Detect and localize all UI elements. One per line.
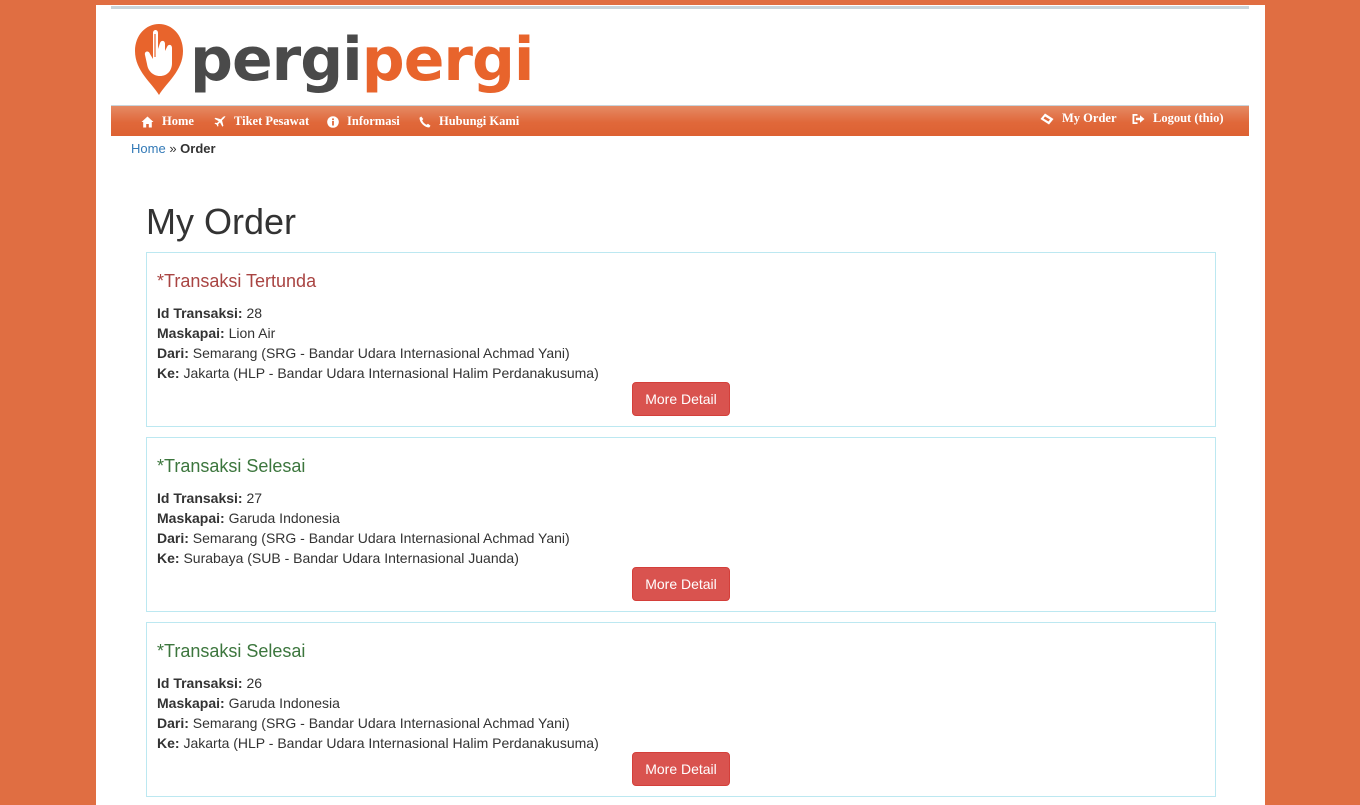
order-status: *Transaksi Tertunda <box>157 271 317 291</box>
more-detail-button[interactable]: More Detail <box>632 752 730 786</box>
top-divider <box>111 6 1249 9</box>
order-to-label: Ke: <box>157 365 180 381</box>
page-container: pergipergi Home Tiket Pesawat Informasi <box>96 5 1265 805</box>
order-to-row: Ke: Surabaya (SUB - Bandar Udara Interna… <box>157 548 570 568</box>
breadcrumb-current: Order <box>180 141 216 156</box>
logo-wordmark: pergipergi <box>190 21 534 99</box>
nav-informasi[interactable]: Informasi <box>327 106 400 137</box>
order-status: *Transaksi Selesai <box>157 641 306 661</box>
order-airline-row: Maskapai: Garuda Indonesia <box>157 508 570 528</box>
order-id-row: Id Transaksi: 26 <box>157 673 599 693</box>
nav-home[interactable]: Home <box>141 106 194 137</box>
order-to-value: Jakarta (HLP - Bandar Udara Internasiona… <box>183 365 599 381</box>
order-airline-row: Maskapai: Lion Air <box>157 323 599 343</box>
page-title: My Order <box>146 201 297 242</box>
order-details: Id Transaksi: 26 Maskapai: Garuda Indone… <box>157 673 599 753</box>
order-airline-value: Garuda Indonesia <box>228 695 340 711</box>
nav-tiket-pesawat-label: Tiket Pesawat <box>234 114 310 128</box>
nav-informasi-label: Informasi <box>347 114 400 128</box>
order-to-row: Ke: Jakarta (HLP - Bandar Udara Internas… <box>157 363 599 383</box>
order-id-label: Id Transaksi: <box>157 675 243 691</box>
order-to-value: Jakarta (HLP - Bandar Udara Internasiona… <box>183 735 599 751</box>
order-from-value: Semarang (SRG - Bandar Udara Internasion… <box>192 530 570 546</box>
order-id-value: 28 <box>246 305 263 321</box>
logo-word-dark: pergi <box>190 25 363 95</box>
order-id-row: Id Transaksi: 28 <box>157 303 599 323</box>
order-from-label: Dari: <box>157 345 189 361</box>
order-from-value: Semarang (SRG - Bandar Udara Internasion… <box>192 715 570 731</box>
logo-word-accent: pergi <box>361 25 535 95</box>
nav-tiket-pesawat[interactable]: Tiket Pesawat <box>214 106 309 137</box>
order-airline-label: Maskapai: <box>157 695 225 711</box>
order-airline-label: Maskapai: <box>157 325 225 341</box>
breadcrumb-home-link[interactable]: Home <box>131 141 166 156</box>
order-from-row: Dari: Semarang (SRG - Bandar Udara Inter… <box>157 528 570 548</box>
phone-icon <box>419 116 431 127</box>
main-navbar: Home Tiket Pesawat Informasi Hubungi Kam… <box>111 105 1249 136</box>
nav-logout-label: Logout (thio) <box>1153 111 1224 125</box>
site-logo[interactable]: pergipergi <box>132 21 552 101</box>
order-details: Id Transaksi: 27 Maskapai: Garuda Indone… <box>157 488 570 568</box>
order-from-label: Dari: <box>157 715 189 731</box>
order-id-value: 26 <box>246 675 263 691</box>
order-from-row: Dari: Semarang (SRG - Bandar Udara Inter… <box>157 713 599 733</box>
nav-home-label: Home <box>162 114 194 128</box>
order-details: Id Transaksi: 28 Maskapai: Lion Air Dari… <box>157 303 599 383</box>
order-airline-row: Maskapai: Garuda Indonesia <box>157 693 599 713</box>
ticket-icon <box>1040 113 1054 124</box>
order-card: *Transaksi Selesai Id Transaksi: 26 Mask… <box>146 622 1216 797</box>
order-id-label: Id Transaksi: <box>157 490 243 506</box>
logout-icon <box>1132 113 1145 124</box>
order-id-row: Id Transaksi: 27 <box>157 488 570 508</box>
order-airline-label: Maskapai: <box>157 510 225 526</box>
home-icon <box>141 116 154 127</box>
order-card: *Transaksi Tertunda Id Transaksi: 28 Mas… <box>146 252 1216 427</box>
order-id-value: 27 <box>246 490 263 506</box>
order-status: *Transaksi Selesai <box>157 456 306 476</box>
nav-hubungi-kami[interactable]: Hubungi Kami <box>419 106 519 137</box>
order-id-label: Id Transaksi: <box>157 305 243 321</box>
breadcrumb-separator: » <box>169 141 177 156</box>
nav-my-order-label: My Order <box>1062 111 1117 125</box>
nav-logout[interactable]: Logout (thio) <box>1132 103 1224 134</box>
nav-my-order[interactable]: My Order <box>1040 103 1117 134</box>
order-to-label: Ke: <box>157 550 180 566</box>
order-from-label: Dari: <box>157 530 189 546</box>
order-card: *Transaksi Selesai Id Transaksi: 27 Mask… <box>146 437 1216 612</box>
order-airline-value: Garuda Indonesia <box>228 510 340 526</box>
hand-pin-icon <box>135 24 183 95</box>
more-detail-button[interactable]: More Detail <box>632 382 730 416</box>
plane-icon <box>214 115 226 127</box>
breadcrumb: Home » Order <box>131 141 216 156</box>
order-to-row: Ke: Jakarta (HLP - Bandar Udara Internas… <box>157 733 599 753</box>
info-icon <box>327 115 339 128</box>
order-to-label: Ke: <box>157 735 180 751</box>
nav-hubungi-kami-label: Hubungi Kami <box>439 114 520 128</box>
order-to-value: Surabaya (SUB - Bandar Udara Internasion… <box>183 550 519 566</box>
order-from-value: Semarang (SRG - Bandar Udara Internasion… <box>192 345 570 361</box>
order-from-row: Dari: Semarang (SRG - Bandar Udara Inter… <box>157 343 599 363</box>
order-airline-value: Lion Air <box>228 325 276 341</box>
more-detail-button[interactable]: More Detail <box>632 567 730 601</box>
